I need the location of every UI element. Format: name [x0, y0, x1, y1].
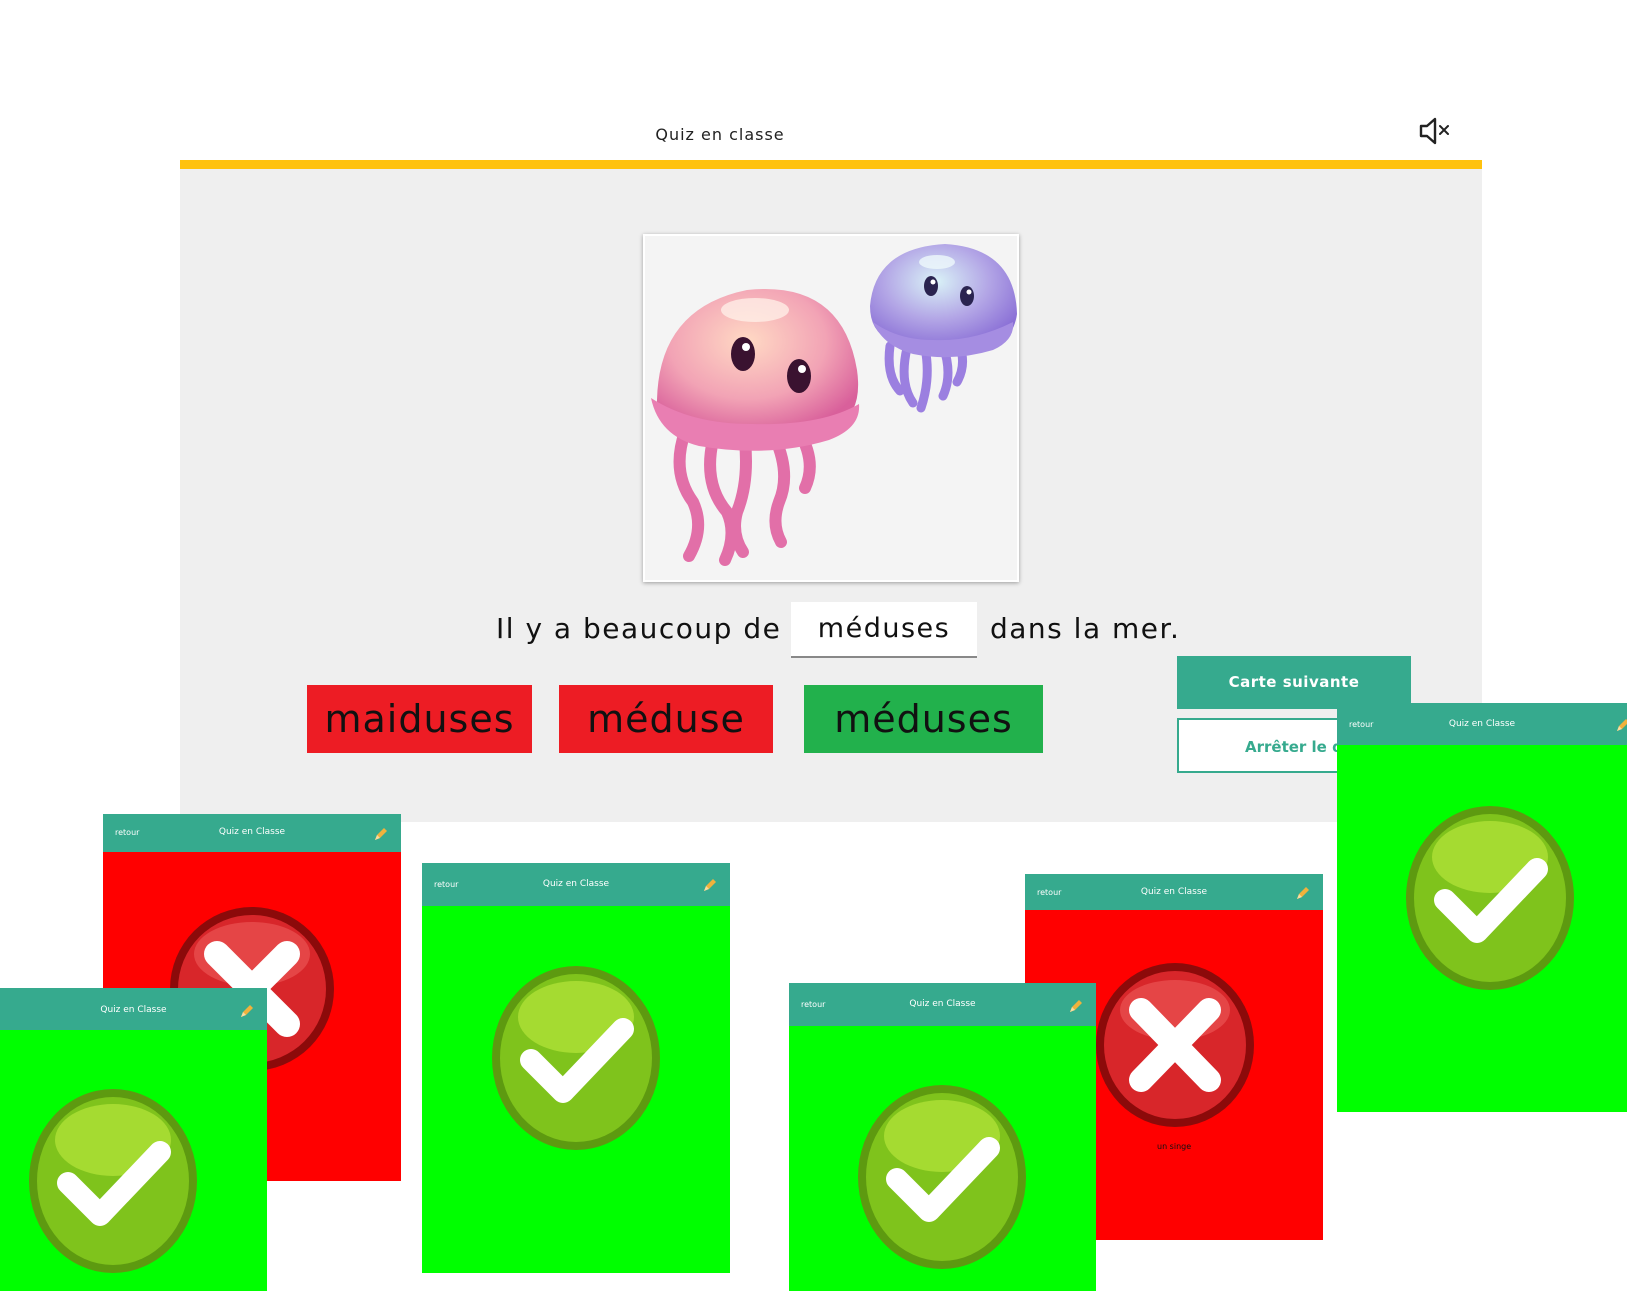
- question-sentence: Il y a beaucoup de méduses dans la mer.: [480, 602, 1200, 658]
- cross-icon: [1096, 963, 1254, 1127]
- result-card-correct: Quiz en Classe: [0, 988, 267, 1291]
- result-card-correct: retour Quiz en Classe: [422, 863, 730, 1273]
- speaker-muted-icon[interactable]: [1418, 116, 1452, 146]
- pencil-icon[interactable]: [1068, 998, 1084, 1014]
- result-card-correct: retour Quiz en Classe: [1337, 703, 1627, 1112]
- card-title: Quiz en Classe: [218, 827, 286, 837]
- next-card-button[interactable]: Carte suivante: [1177, 656, 1411, 709]
- card-title: Quiz en Classe: [1140, 887, 1208, 897]
- choice-maiduses[interactable]: maiduses: [307, 685, 532, 753]
- check-icon: [492, 966, 660, 1150]
- choice-meduse[interactable]: méduse: [559, 685, 773, 753]
- sentence-end: dans la mer.: [990, 612, 1181, 645]
- check-icon: [1406, 806, 1574, 990]
- card-title: Quiz en Classe: [100, 1005, 167, 1015]
- pencil-icon[interactable]: [1295, 885, 1311, 901]
- pencil-icon[interactable]: [1615, 717, 1627, 733]
- app-title: Quiz en classe: [655, 125, 785, 144]
- card-title: Quiz en Classe: [909, 999, 976, 1009]
- card-title: Quiz en Classe: [542, 879, 610, 889]
- progress-bar: [180, 160, 1482, 169]
- pencil-icon[interactable]: [373, 826, 389, 842]
- choice-meduses[interactable]: méduses: [804, 685, 1043, 753]
- sentence-start: Il y a beaucoup de: [496, 612, 782, 645]
- pencil-icon[interactable]: [702, 877, 718, 893]
- jellyfish-image: [643, 234, 1019, 582]
- result-card-correct: retour Quiz en Classe: [789, 983, 1096, 1291]
- card-caption: un singe: [1157, 1142, 1192, 1151]
- card-title: Quiz en Classe: [1448, 719, 1516, 729]
- check-icon: [29, 1089, 197, 1273]
- pencil-icon[interactable]: [239, 1003, 255, 1019]
- check-icon: [858, 1085, 1026, 1269]
- answer-field[interactable]: méduses: [791, 602, 977, 658]
